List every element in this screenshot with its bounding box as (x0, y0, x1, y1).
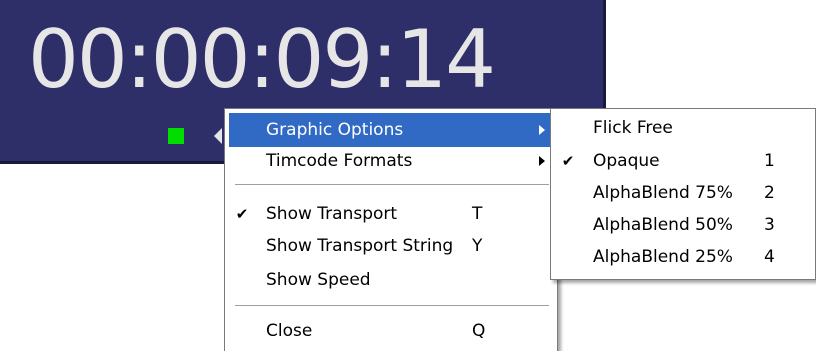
transport-arrow-icon (214, 128, 222, 144)
menu-item-label: Close (266, 321, 313, 341)
menu-item-shortcut: Y (472, 236, 483, 256)
menu-separator (235, 184, 549, 186)
checkmark-icon: ✔ (235, 205, 249, 223)
menu-item-label: Timcode Formats (266, 151, 413, 171)
menu-item-shortcut: T (472, 204, 483, 224)
menu-item-show-transport-string[interactable]: Show Transport String Y (229, 229, 553, 263)
menu-item-shortcut: 4 (764, 247, 775, 267)
menu-item-graphic-options[interactable]: Graphic Options (229, 113, 553, 147)
menu-item-label: AlphaBlend 75% (593, 183, 733, 203)
submenu-item-flick-free[interactable]: Flick Free (555, 111, 811, 145)
menu-item-timecode-formats[interactable]: Timcode Formats (229, 144, 553, 178)
submenu-item-opaque[interactable]: ✔ Opaque 1 (555, 144, 811, 178)
menu-item-shortcut: 1 (764, 151, 775, 171)
graphic-options-submenu: Flick Free ✔ Opaque 1 AlphaBlend 75% 2 A… (550, 108, 816, 280)
menu-item-show-transport[interactable]: ✔ Show Transport T (229, 197, 553, 231)
menu-item-shortcut: Q (472, 321, 486, 341)
transport-status-led-icon (168, 128, 184, 144)
menu-item-close[interactable]: Close Q (229, 314, 553, 348)
menu-item-label: Graphic Options (266, 120, 404, 140)
timecode-display: 00:00:09:14 (28, 13, 496, 106)
context-menu: Graphic Options Timcode Formats ✔ Show T… (224, 108, 558, 351)
menu-item-label: AlphaBlend 50% (593, 215, 733, 235)
menu-item-label: Show Transport (266, 204, 398, 224)
menu-item-shortcut: 3 (764, 215, 775, 235)
menu-item-label: AlphaBlend 25% (593, 247, 733, 267)
submenu-item-alphablend-50[interactable]: AlphaBlend 50% 3 (555, 208, 811, 242)
menu-separator (235, 305, 549, 307)
menu-item-label: Opaque (593, 151, 660, 171)
menu-item-shortcut: 2 (764, 183, 775, 203)
submenu-arrow-icon (539, 125, 545, 135)
menu-item-label: Show Speed (266, 270, 371, 290)
menu-item-show-speed[interactable]: Show Speed (229, 263, 553, 297)
submenu-item-alphablend-25[interactable]: AlphaBlend 25% 4 (555, 240, 811, 274)
submenu-arrow-icon (539, 156, 545, 166)
menu-item-label: Show Transport String (266, 236, 454, 256)
menu-item-label: Flick Free (593, 118, 673, 138)
checkmark-icon: ✔ (561, 152, 575, 170)
submenu-item-alphablend-75[interactable]: AlphaBlend 75% 2 (555, 176, 811, 210)
